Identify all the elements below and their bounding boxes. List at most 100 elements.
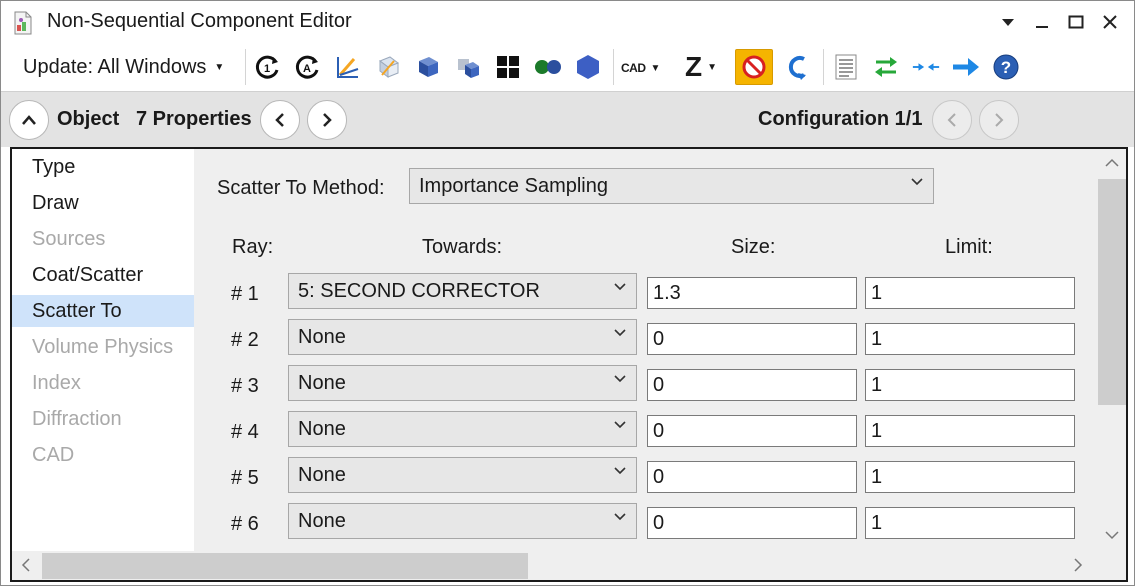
title-bar: Non-Sequential Component Editor <box>1 1 1134 43</box>
minimize-icon[interactable] <box>1029 9 1055 35</box>
previous-configuration-button[interactable] <box>932 100 972 140</box>
object-label: Object <box>57 108 120 130</box>
chevron-down-icon <box>614 467 626 475</box>
size-header: Size: <box>731 236 776 258</box>
ray-number: # 2 <box>231 329 259 351</box>
update-label: Update: All Windows <box>23 55 207 78</box>
swap-icon[interactable] <box>871 51 901 83</box>
z-label: Z <box>685 51 703 82</box>
towards-select[interactable]: None <box>288 365 637 401</box>
hexagon-icon[interactable] <box>573 51 603 83</box>
next-icon[interactable] <box>951 51 981 83</box>
nav-item-diffraction[interactable]: Diffraction <box>12 403 194 435</box>
limit-field[interactable]: 1 <box>865 507 1075 539</box>
horizontal-scroll-thumb[interactable] <box>42 553 528 579</box>
dropdown-icon[interactable] <box>995 9 1021 35</box>
wireframe-icon[interactable] <box>373 51 403 83</box>
maximize-icon[interactable] <box>1063 9 1089 35</box>
nav-item-sources[interactable]: Sources <box>12 223 194 255</box>
toolbar-divider <box>823 49 824 85</box>
pair-icon[interactable] <box>533 51 563 83</box>
scatter-method-value: Importance Sampling <box>419 174 608 197</box>
object-bar: Object 7 Properties Configuration 1/1 <box>1 91 1134 147</box>
limit-field[interactable]: 1 <box>865 461 1075 493</box>
towards-value: None <box>298 463 346 486</box>
nav-item-draw[interactable]: Draw <box>12 187 194 219</box>
collapse-object-button[interactable] <box>9 100 49 140</box>
towards-select[interactable]: None <box>288 503 637 539</box>
refresh-all-icon[interactable]: A <box>293 51 323 83</box>
chevron-down-icon <box>614 375 626 383</box>
report-icon[interactable] <box>831 51 861 83</box>
properties-label: 7 Properties <box>136 108 252 130</box>
nav-item-index[interactable]: Index <box>12 367 194 399</box>
chevron-down-icon <box>614 329 626 337</box>
scroll-up-icon[interactable] <box>1104 155 1120 171</box>
nav-item-type[interactable]: Type <box>12 151 194 183</box>
scatter-method-label: Scatter To Method: <box>217 177 385 199</box>
chevron-down-icon <box>911 178 923 186</box>
nav-item-cad[interactable]: CAD <box>12 439 194 471</box>
stop-icon[interactable] <box>735 49 773 85</box>
towards-select[interactable]: None <box>288 319 637 355</box>
scroll-left-icon[interactable] <box>18 557 34 573</box>
towards-value: None <box>298 509 346 532</box>
ray-trace-icon[interactable] <box>333 51 363 83</box>
undo-icon[interactable] <box>783 51 813 83</box>
vertical-scrollbar[interactable] <box>1096 149 1126 551</box>
configuration-label: Configuration 1/1 <box>758 108 923 130</box>
size-field[interactable]: 0 <box>647 507 857 539</box>
towards-select[interactable]: None <box>288 411 637 447</box>
close-icon[interactable] <box>1097 9 1123 35</box>
towards-select[interactable]: None <box>288 457 637 493</box>
vertical-scroll-thumb[interactable] <box>1098 179 1126 405</box>
scatter-method-select[interactable]: Importance Sampling <box>409 168 934 204</box>
horizontal-scrollbar[interactable] <box>12 551 1126 580</box>
size-field[interactable]: 0 <box>647 461 857 493</box>
help-icon[interactable]: ? <box>991 51 1021 83</box>
zemax-app-icon <box>13 11 33 35</box>
collapse-icon[interactable] <box>911 51 941 83</box>
towards-value: None <box>298 325 346 348</box>
grid-icon[interactable] <box>493 51 523 83</box>
nav-item-volume-physics[interactable]: Volume Physics <box>12 331 194 363</box>
chevron-right-icon <box>995 113 1004 127</box>
towards-select[interactable]: 5: SECOND CORRECTOR <box>288 273 637 309</box>
update-windows-button[interactable]: Update: All Windows ▼ <box>15 52 232 82</box>
solid-icon[interactable] <box>453 51 483 83</box>
ray-number: # 3 <box>231 375 259 397</box>
limit-field[interactable]: 1 <box>865 369 1075 401</box>
limit-header: Limit: <box>945 236 993 258</box>
size-field[interactable]: 1.3 <box>647 277 857 309</box>
chevron-down-icon: ▼ <box>707 61 718 73</box>
size-field[interactable]: 0 <box>647 369 857 401</box>
size-field[interactable]: 0 <box>647 415 857 447</box>
chevron-down-icon <box>614 421 626 429</box>
chevron-up-icon <box>22 115 36 125</box>
toolbar: Update: All Windows ▼ 1 A CAD ▼ Z ▼ ? <box>1 43 1134 91</box>
ray-number: # 4 <box>231 421 259 443</box>
limit-field[interactable]: 1 <box>865 323 1075 355</box>
limit-field[interactable]: 1 <box>865 415 1075 447</box>
limit-field[interactable]: 1 <box>865 277 1075 309</box>
scroll-right-icon[interactable] <box>1070 557 1086 573</box>
refresh-icon[interactable]: 1 <box>253 51 283 83</box>
cad-icon[interactable]: CAD ▼ <box>621 55 660 81</box>
towards-value: 5: SECOND CORRECTOR <box>298 279 540 302</box>
nav-item-coat-scatter[interactable]: Coat/Scatter <box>12 259 194 291</box>
chevron-down-icon <box>614 513 626 521</box>
nav-item-scatter-to[interactable]: Scatter To <box>12 295 194 327</box>
chevron-left-icon <box>947 113 956 127</box>
cad-label: CAD <box>621 61 646 75</box>
shaded-icon[interactable] <box>413 51 443 83</box>
svg-text:?: ? <box>1001 58 1011 77</box>
previous-object-button[interactable] <box>260 100 300 140</box>
next-object-button[interactable] <box>307 100 347 140</box>
scroll-down-icon[interactable] <box>1104 527 1120 543</box>
chevron-down-icon: ▼ <box>650 62 661 74</box>
z-icon[interactable]: Z ▼ <box>685 51 717 83</box>
size-field[interactable]: 0 <box>647 323 857 355</box>
svg-text:1: 1 <box>264 63 270 75</box>
editor-window: Non-Sequential Component Editor Update: … <box>0 0 1135 586</box>
next-configuration-button[interactable] <box>979 100 1019 140</box>
